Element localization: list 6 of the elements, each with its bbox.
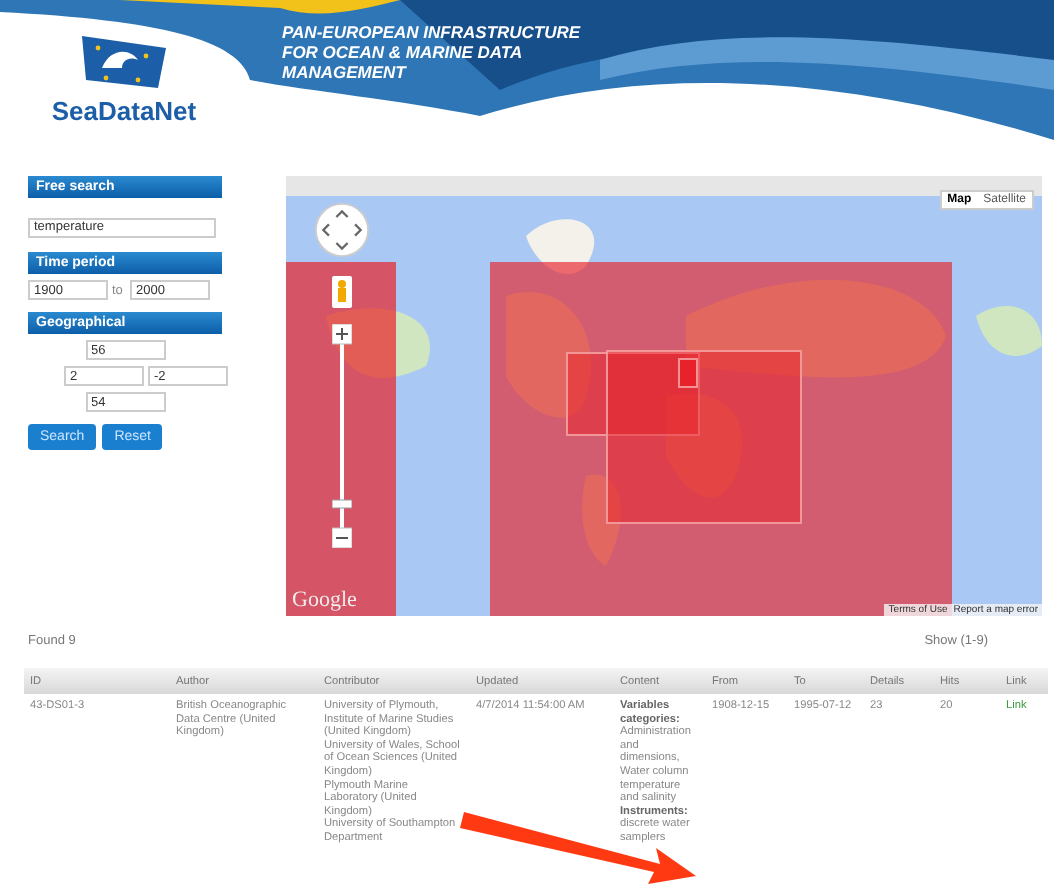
map-brand: Google (292, 588, 357, 612)
pan-control[interactable] (314, 202, 370, 258)
zoom-control[interactable] (332, 324, 352, 548)
tagline: PAN-EUROPEAN INFRASTRUCTURE FOR OCEAN & MARINE DATA MANAGEMENT (282, 22, 582, 82)
logo-text: SeaDataNet (51, 96, 197, 126)
pegman-icon[interactable] (332, 276, 352, 308)
